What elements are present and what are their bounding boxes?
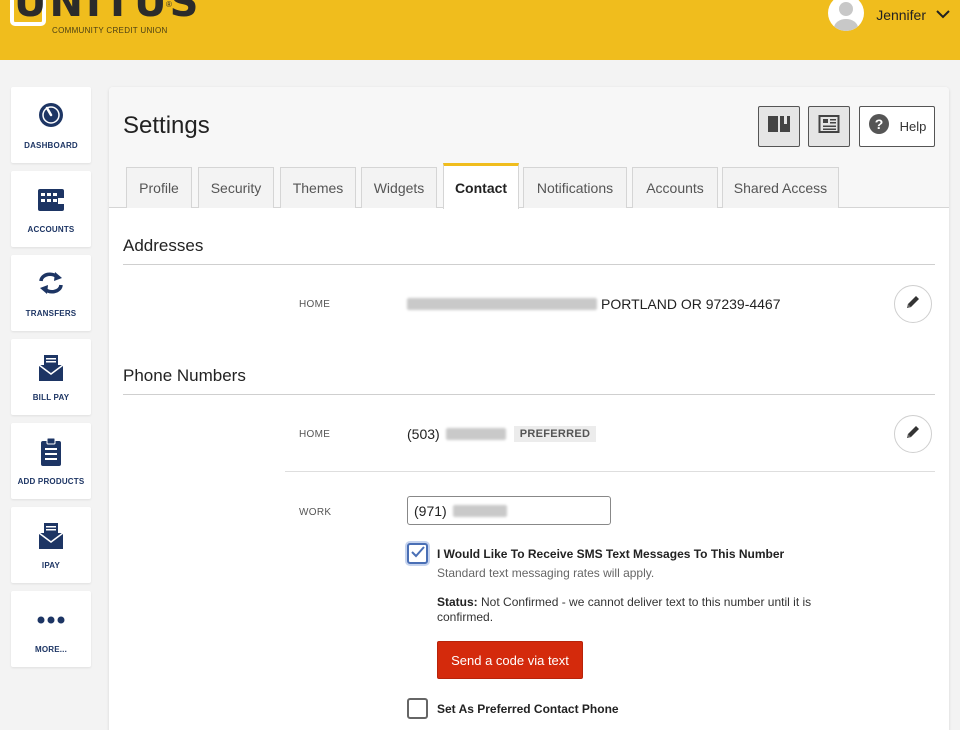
preferred-phone-label: Set As Preferred Contact Phone — [437, 702, 619, 716]
tab-notifications[interactable]: Notifications — [523, 167, 627, 208]
phone-home-area: (503) — [407, 426, 440, 442]
tab-accounts[interactable]: Accounts — [632, 167, 718, 208]
user-silhouette-icon — [834, 2, 859, 31]
tab-contact[interactable]: Contact — [443, 163, 519, 209]
settings-card: Settings ? Help Profile Security Themes … — [109, 87, 949, 730]
transfer-arrows-icon — [11, 269, 91, 299]
addresses-title: Addresses — [123, 236, 204, 255]
tab-shared-access[interactable]: Shared Access — [722, 167, 839, 208]
redacted-number — [445, 428, 506, 440]
sidebar-item-label: ADD PRODUCTS — [17, 477, 85, 486]
sidebar-item-label: TRANSFERS — [25, 309, 77, 318]
address-city-zip: PORTLAND OR 97239-4467 — [601, 296, 781, 312]
preferred-phone-checkbox[interactable] — [407, 698, 428, 719]
sidebar-item-accounts[interactable]: ACCOUNTS — [11, 171, 91, 247]
tab-widgets[interactable]: Widgets — [361, 167, 437, 208]
logo-text: UNITUS — [14, 0, 202, 26]
logo-subtitle: COMMUNITY CREDIT UNION — [52, 26, 168, 35]
user-name: Jennifer — [876, 7, 926, 23]
sidebar-item-bill-pay[interactable]: BILL PAY — [11, 339, 91, 415]
sidebar-item-transfers[interactable]: TRANSFERS — [11, 255, 91, 331]
clipboard-icon — [11, 437, 91, 467]
sidebar-item-add-products[interactable]: ADD PRODUCTS — [11, 423, 91, 499]
top-bar: UNITUS ® COMMUNITY CREDIT UNION Jennifer — [0, 0, 960, 60]
edit-phone-button[interactable] — [894, 415, 932, 453]
help-label: Help — [899, 119, 927, 134]
phone-home-value: (503) PREFERRED — [407, 426, 597, 442]
tab-themes[interactable]: Themes — [280, 167, 356, 208]
envelope-icon — [11, 521, 91, 551]
wallet-icon — [11, 185, 91, 215]
redacted-street — [407, 298, 597, 310]
dots-icon — [11, 605, 91, 635]
status-label: Status: — [437, 595, 478, 609]
work-phone-area: (971) — [414, 502, 447, 519]
settings-header: Settings ? Help Profile Security Themes … — [109, 87, 949, 209]
sidebar-item-ipay[interactable]: IPAY — [11, 507, 91, 583]
envelope-icon — [11, 353, 91, 383]
status-text: Not Confirmed - we cannot deliver text t… — [437, 595, 812, 624]
sidebar-item-more[interactable]: MORE... — [11, 591, 91, 667]
divider — [285, 471, 935, 472]
address-home-value: PORTLAND OR 97239-4467 — [407, 296, 781, 312]
statement-button[interactable] — [808, 106, 850, 147]
address-home-label: HOME — [299, 299, 331, 310]
chevron-down-icon — [936, 6, 950, 24]
phone-work-label: WORK — [299, 507, 332, 518]
divider — [123, 394, 935, 395]
sidebar-item-label: DASHBOARD — [24, 141, 78, 150]
help-button[interactable]: ? Help — [859, 106, 935, 147]
sms-checkbox[interactable] — [407, 543, 428, 564]
sms-label: I Would Like To Receive SMS Text Message… — [437, 547, 785, 561]
pencil-icon — [905, 424, 921, 445]
sidebar-item-label: ACCOUNTS — [27, 225, 75, 234]
tab-security[interactable]: Security — [198, 167, 274, 208]
work-phone-input[interactable]: (971) — [407, 496, 611, 525]
book-button[interactable] — [758, 106, 800, 147]
page-title: Settings — [123, 112, 210, 139]
sidebar-item-dashboard[interactable]: DASHBOARD — [11, 87, 91, 163]
question-circle-icon: ? — [868, 113, 890, 140]
logo-registered-mark: ® — [166, 0, 172, 9]
sms-subtitle: Standard text messaging rates will apply… — [437, 566, 655, 580]
send-code-button[interactable]: Send a code via text — [437, 641, 583, 679]
book-icon — [767, 114, 791, 139]
preferred-badge: PREFERRED — [513, 426, 597, 442]
newspaper-icon — [818, 114, 840, 139]
gauge-icon — [11, 101, 91, 131]
edit-address-button[interactable] — [894, 285, 932, 323]
checkmark-icon — [410, 545, 425, 563]
sidebar-item-label: MORE... — [34, 645, 68, 654]
avatar — [828, 0, 865, 31]
phone-numbers-title: Phone Numbers — [123, 366, 246, 385]
divider — [123, 264, 935, 265]
tab-profile[interactable]: Profile — [126, 167, 192, 208]
phone-home-label: HOME — [299, 429, 331, 440]
svg-text:?: ? — [874, 116, 883, 132]
redacted-number — [452, 504, 507, 517]
sidebar-item-label: BILL PAY — [32, 393, 70, 402]
user-menu[interactable]: Jennifer — [828, 0, 950, 32]
pencil-icon — [905, 294, 921, 315]
sms-status: Status: Not Confirmed - we cannot delive… — [437, 595, 827, 625]
sidebar-item-label: IPAY — [41, 561, 61, 570]
